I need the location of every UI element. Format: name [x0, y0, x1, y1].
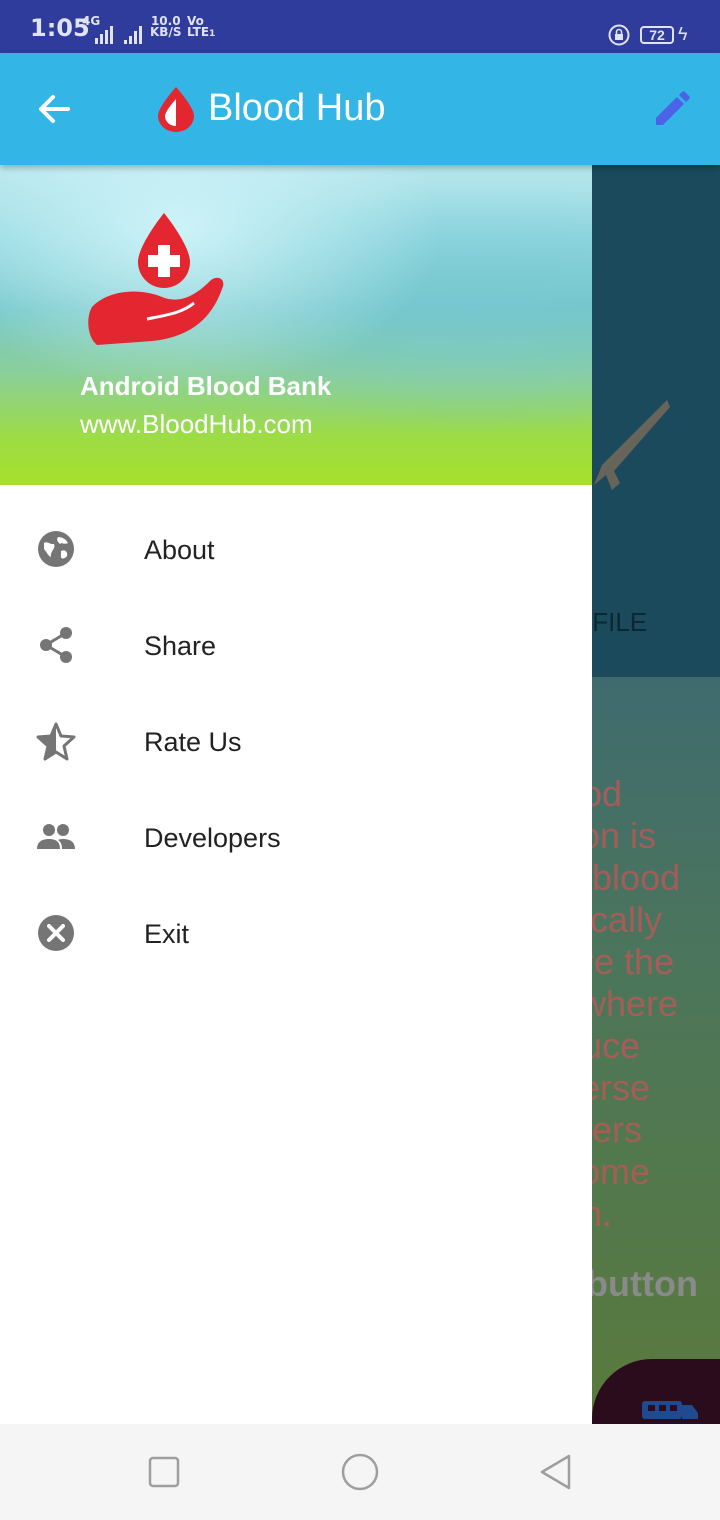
app-bar: Blood Hub — [0, 53, 720, 165]
navigation-drawer: Android Blood Bank www.BloodHub.com Abou… — [0, 165, 592, 1424]
menu-item-share[interactable]: Share — [0, 597, 592, 693]
back-button[interactable] — [536, 1452, 576, 1492]
charging-icon: ϟ — [678, 24, 688, 44]
menu-item-label: Share — [144, 631, 217, 661]
menu-item-rate-us[interactable]: Rate Us — [0, 693, 592, 789]
signal-icon-2 — [124, 26, 142, 44]
drawer-header: Android Blood Bank www.BloodHub.com — [0, 165, 592, 485]
menu-item-developers[interactable]: Developers — [0, 789, 592, 885]
drawer-app-name: Android Blood Bank — [80, 371, 332, 401]
battery-indicator: 72 — [640, 26, 674, 44]
rotation-lock-icon — [608, 24, 630, 46]
status-bar: 1:05 4G 10.0 KB/S Vo LTE1 72 ϟ — [0, 0, 720, 53]
home-button[interactable] — [340, 1452, 380, 1492]
menu-item-label: Developers — [144, 823, 281, 853]
blood-drop-hand-logo-icon — [88, 213, 224, 345]
arrow-left-icon[interactable] — [34, 89, 74, 129]
app-title: Blood Hub — [208, 87, 386, 129]
close-circle-icon — [38, 915, 74, 951]
menu-item-label: Exit — [144, 919, 190, 949]
globe-icon — [38, 531, 74, 567]
recent-apps-button[interactable] — [144, 1452, 184, 1492]
status-time: 1:05 — [30, 14, 90, 42]
people-icon — [37, 824, 75, 849]
star-icon — [36, 722, 76, 761]
blood-drop-logo-icon — [158, 87, 194, 132]
background-content-top: OFILE — [572, 165, 720, 677]
truck-icon — [642, 1401, 698, 1419]
pencil-icon[interactable] — [650, 89, 692, 131]
data-speed: 10.0 KB/S — [150, 14, 182, 39]
description-partial: ood tion is n blood pically ere the l wh… — [592, 773, 681, 1234]
button-text-partial: button — [592, 1263, 698, 1304]
drawer-website[interactable]: www.BloodHub.com — [80, 409, 313, 440]
syringe-image — [594, 400, 670, 490]
signal-icon — [95, 26, 113, 44]
background-content-bottom: ood tion is n blood pically ere the l wh… — [592, 677, 720, 1424]
menu-item-about[interactable]: About — [0, 501, 592, 597]
menu-item-exit[interactable]: Exit — [0, 885, 592, 981]
volte-indicator: Vo LTE1 — [187, 14, 216, 39]
share-icon — [40, 627, 72, 663]
system-nav-bar — [0, 1424, 720, 1520]
network-type: 4G — [82, 14, 101, 28]
menu-item-label: Rate Us — [144, 727, 242, 757]
drawer-menu: About Share Rate Us Developers Exit — [0, 501, 592, 981]
menu-item-label: About — [144, 535, 215, 565]
